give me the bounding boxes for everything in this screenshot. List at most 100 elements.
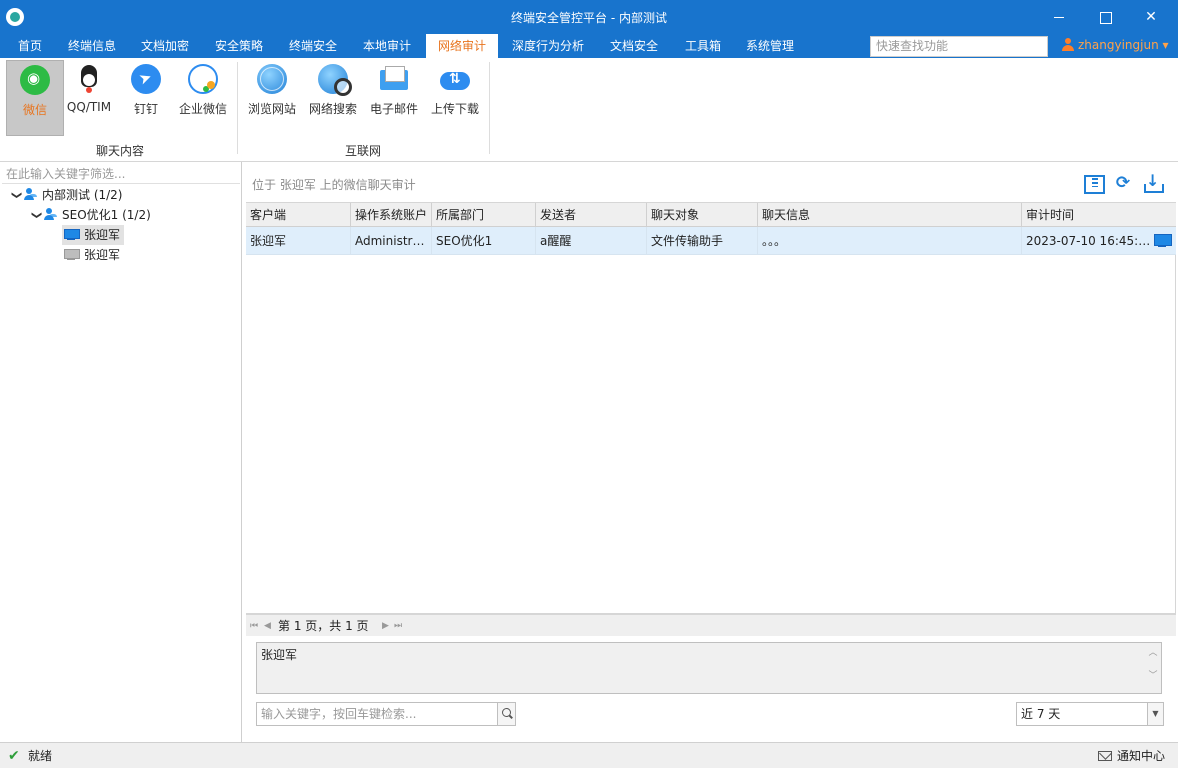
web-search-icon bbox=[318, 64, 352, 96]
user-menu[interactable]: zhangyingjun ▾ bbox=[1062, 38, 1169, 52]
qq-icon bbox=[74, 64, 104, 94]
computer-icon[interactable] bbox=[1154, 234, 1172, 248]
column-header[interactable]: 客户端 bbox=[246, 203, 351, 227]
ribbon-button-label: 浏览网站 bbox=[247, 102, 296, 116]
group-icon bbox=[24, 188, 38, 200]
chat-detail-text: 张迎军 bbox=[261, 648, 298, 662]
minimize-button[interactable] bbox=[1036, 0, 1082, 34]
table-cell: 文件传输助手 bbox=[647, 227, 758, 255]
refresh-icon[interactable]: ⟳ bbox=[1113, 174, 1133, 192]
time-range-value: 近 7 天 bbox=[1021, 707, 1061, 721]
group-icon bbox=[44, 208, 58, 220]
tree-node-computer-offline[interactable]: 张迎军 bbox=[64, 245, 120, 265]
column-header[interactable]: 所属部门 bbox=[432, 203, 536, 227]
ribbon-wework-button[interactable]: 企业微信 bbox=[174, 60, 232, 136]
chat-detail-box[interactable]: 张迎军 ︿ ﹀ bbox=[256, 642, 1162, 694]
ribbon-group-label-internet: 互联网 bbox=[344, 144, 381, 158]
chevron-down-icon[interactable]: ▼ bbox=[1147, 703, 1163, 725]
tree-filter-input[interactable]: 在此输入关键字筛选... bbox=[2, 164, 240, 184]
ribbon-button-label: 微信 bbox=[22, 103, 47, 117]
quick-search-input[interactable]: 快速查找功能 bbox=[870, 36, 1048, 57]
menu-home[interactable]: 首页 bbox=[4, 34, 56, 58]
terminal-tree-panel: 在此输入关键字筛选... ❯ 内部测试 (1/2) ❯ SEO优化1 (1/2) 张… bbox=[0, 162, 242, 742]
table-cell: SEO优化1 bbox=[432, 227, 536, 255]
table-header: 客户端 操作系统账户 所属部门 发送者 聊天对象 聊天信息 审计时间 bbox=[246, 203, 1176, 227]
next-page-icon[interactable]: ▶ bbox=[382, 615, 389, 637]
status-text: 就绪 bbox=[28, 749, 53, 763]
column-header[interactable]: 聊天信息 bbox=[758, 203, 1022, 227]
column-header[interactable]: 聊天对象 bbox=[647, 203, 758, 227]
tree-node-label: SEO优化1 (1/2) bbox=[62, 208, 151, 222]
menu-behavior-analysis[interactable]: 深度行为分析 bbox=[500, 34, 596, 58]
table-cell: Administra... bbox=[351, 227, 432, 255]
column-header[interactable]: 审计时间 bbox=[1022, 203, 1176, 227]
time-range-select[interactable]: 近 7 天 ▼ bbox=[1016, 702, 1164, 726]
username: zhangyingjun bbox=[1078, 38, 1159, 52]
pager: ⏮ ◀ 第 1 页，共 1 页 ▶ ⏭ bbox=[246, 614, 1176, 636]
main-panel: 位于 张迎军 上的微信聊天审计 ⟳ 客户端 操作系统账户 所属部门 发送者 聊天… bbox=[244, 162, 1178, 742]
menu-doc-security[interactable]: 文档安全 bbox=[596, 34, 672, 58]
ribbon-email-button[interactable]: 电子邮件 bbox=[365, 60, 423, 136]
user-icon bbox=[1062, 38, 1074, 51]
menu-network-audit[interactable]: 网络审计 bbox=[426, 34, 498, 58]
ribbon-button-label: 企业微信 bbox=[178, 102, 227, 116]
keyword-search-input[interactable] bbox=[257, 703, 497, 725]
notify-label: 通知中心 bbox=[1117, 749, 1166, 763]
column-header[interactable]: 发送者 bbox=[536, 203, 647, 227]
table-cell: 。。。 bbox=[758, 227, 1022, 255]
menu-toolbox[interactable]: 工具箱 bbox=[672, 34, 734, 58]
wechat-icon bbox=[20, 65, 50, 95]
ribbon-button-label: 电子邮件 bbox=[369, 102, 418, 116]
table-cell: 2023-07-10 16:45:00 bbox=[1026, 234, 1152, 248]
menu-doc-encryption[interactable]: 文档加密 bbox=[128, 34, 202, 58]
menu-security-policy[interactable]: 安全策略 bbox=[202, 34, 276, 58]
menu-terminal-info[interactable]: 终端信息 bbox=[56, 34, 128, 58]
close-button[interactable]: ✕ bbox=[1128, 0, 1174, 34]
wework-icon bbox=[188, 64, 218, 94]
ribbon-browse-web-button[interactable]: 浏览网站 bbox=[243, 60, 301, 136]
table-cell: 张迎军 bbox=[246, 227, 351, 255]
ribbon-dingtalk-button[interactable]: 钉钉 bbox=[117, 60, 175, 136]
status-bar: ✔ 就绪 通知中心 bbox=[0, 742, 1178, 768]
audit-table: 客户端 操作系统账户 所属部门 发送者 聊天对象 聊天信息 审计时间 张迎军 A… bbox=[246, 202, 1176, 614]
search-icon[interactable] bbox=[497, 703, 515, 725]
maximize-button[interactable] bbox=[1082, 0, 1128, 34]
chevron-down-icon[interactable]: ❯ bbox=[6, 191, 26, 203]
window-title: 终端安全管控平台 - 内部测试 bbox=[511, 11, 667, 25]
computer-online-icon bbox=[64, 229, 80, 240]
table-row[interactable]: 张迎军 Administra... SEO优化1 a醒醒 文件传输助手 。。。 … bbox=[246, 227, 1176, 255]
ribbon-button-label: 上传下载 bbox=[430, 102, 479, 116]
prev-page-icon[interactable]: ◀ bbox=[264, 615, 271, 637]
last-page-icon[interactable]: ⏭ bbox=[394, 615, 402, 637]
ribbon-separator bbox=[237, 62, 238, 154]
tree-node-group[interactable]: ❯ 内部测试 (1/2) bbox=[10, 185, 123, 205]
table-cell: a醒醒 bbox=[536, 227, 647, 255]
menu-system-management[interactable]: 系统管理 bbox=[734, 34, 806, 58]
column-header[interactable]: 操作系统账户 bbox=[351, 203, 432, 227]
ribbon-web-search-button[interactable]: 网络搜索 bbox=[304, 60, 362, 136]
ribbon-button-label: QQ/TIM bbox=[66, 100, 112, 114]
dingtalk-icon bbox=[131, 64, 161, 94]
computer-offline-icon bbox=[64, 249, 80, 260]
chevron-down-icon[interactable]: ❯ bbox=[26, 211, 46, 223]
ribbon-upload-download-button[interactable]: 上传下载 bbox=[426, 60, 484, 136]
envelope-icon bbox=[1098, 751, 1112, 761]
tree-node-computer-online[interactable]: 张迎军 bbox=[62, 225, 125, 245]
detail-scrollbar[interactable]: ︿ ﹀ bbox=[1147, 645, 1159, 691]
title-bar: 终端安全管控平台 - 内部测试 ✕ bbox=[0, 0, 1178, 34]
ribbon-wechat-button[interactable]: 微信 bbox=[6, 60, 64, 136]
pager-text: 第 1 页，共 1 页 bbox=[278, 619, 369, 633]
tree-node-subgroup[interactable]: ❯ SEO优化1 (1/2) bbox=[30, 205, 151, 225]
ribbon-qq-button[interactable]: QQ/TIM bbox=[60, 60, 118, 136]
notification-center-button[interactable]: 通知中心 bbox=[1098, 743, 1165, 768]
ribbon-separator bbox=[489, 62, 490, 154]
column-layout-icon[interactable] bbox=[1083, 174, 1105, 194]
download-icon[interactable] bbox=[1142, 171, 1164, 193]
menu-terminal-security[interactable]: 终端安全 bbox=[276, 34, 350, 58]
tree-node-label: 内部测试 (1/2) bbox=[42, 188, 123, 202]
first-page-icon[interactable]: ⏮ bbox=[250, 615, 258, 637]
location-label: 位于 张迎军 上的微信聊天审计 bbox=[252, 178, 416, 192]
mail-icon bbox=[379, 64, 409, 94]
menu-local-audit[interactable]: 本地审计 bbox=[350, 34, 424, 58]
ribbon: 微信 QQ/TIM 钉钉 企业微信 聊天内容 浏览网站 网络搜索 电子邮件 上传… bbox=[0, 58, 1178, 162]
